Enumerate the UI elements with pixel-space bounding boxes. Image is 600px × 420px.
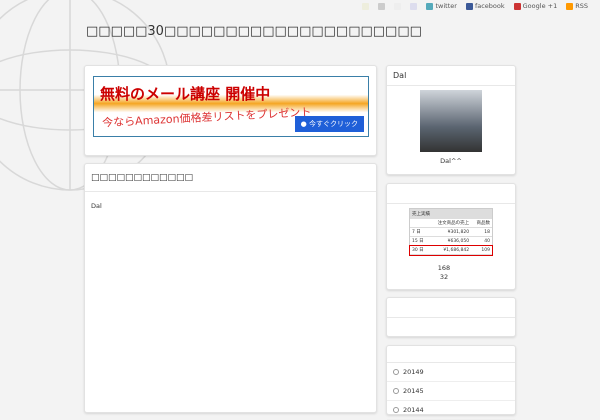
post-heading: □□□□□□□□□□□□	[85, 164, 376, 192]
post-body: Dal	[91, 202, 102, 210]
sales-header	[387, 184, 515, 204]
google-plus-link[interactable]: Google +1	[513, 2, 557, 10]
bookmark-icon[interactable]	[362, 2, 370, 10]
table-row: 7 日 ¥301,820 18	[410, 227, 492, 237]
table-row: 30 日 ¥1,686,842 109	[409, 244, 493, 256]
profile-heading: Dal	[387, 66, 515, 86]
archive-item[interactable]: 20145	[387, 382, 515, 401]
user-icon[interactable]	[378, 2, 386, 10]
archives-header	[387, 346, 515, 363]
mail-icon[interactable]	[394, 2, 402, 10]
empty-widget	[386, 297, 516, 337]
archive-item[interactable]: 20149	[387, 363, 515, 382]
print-icon[interactable]	[410, 2, 418, 10]
profile-avatar	[420, 90, 482, 152]
bullet-icon	[393, 369, 399, 375]
facebook-icon	[465, 2, 473, 10]
twitter-link[interactable]: twitter	[426, 2, 457, 10]
rss-icon	[566, 2, 574, 10]
sales-widget-title: 売上実績	[410, 209, 492, 219]
sales-number-1: 168	[437, 264, 451, 272]
sales-widget: 売上実績 注文商品の売上 商品数 7 日 ¥301,820 18 15 日 ¥636,0…	[386, 183, 516, 290]
twitter-icon	[426, 2, 434, 10]
profile-widget: Dal Dal^^	[386, 65, 516, 175]
sales-screenshot: 売上実績 注文商品の売上 商品数 7 日 ¥301,820 18 15 日 ¥636,0…	[409, 208, 493, 256]
bullet-icon	[393, 407, 399, 413]
banner-click-button[interactable]: ● 今すぐクリック	[294, 116, 364, 132]
banner-line1: 無料のメール講座 開催中	[100, 85, 271, 103]
rss-link[interactable]: RSS	[566, 2, 588, 10]
mail-course-banner[interactable]: 無料のメール講座 開催中 今ならAmazon価格差リストをプレゼント ● 今すぐ…	[93, 76, 369, 137]
google-plus-icon	[513, 2, 521, 10]
banner-panel: 無料のメール講座 開催中 今ならAmazon価格差リストをプレゼント ● 今すぐ…	[84, 65, 377, 156]
post-panel: □□□□□□□□□□□□ Dal	[84, 163, 377, 413]
bullet-icon	[393, 388, 399, 394]
archives-widget: 20149 20145 20144	[386, 345, 516, 420]
table-row: 15 日 ¥636,050 40	[410, 236, 492, 246]
facebook-link[interactable]: facebook	[465, 2, 505, 10]
archive-item[interactable]: 20144	[387, 401, 515, 420]
sales-table: 注文商品の売上 商品数 7 日 ¥301,820 18 15 日 ¥636,050 40 …	[409, 219, 493, 256]
social-bar: twitter facebook Google +1 RSS	[362, 2, 588, 10]
empty-widget-header	[387, 298, 515, 318]
banner-line2: 今ならAmazon価格差リストをプレゼント	[101, 105, 312, 130]
profile-caption: Dal^^	[440, 157, 462, 165]
sales-number-2: 32	[439, 273, 449, 281]
site-title[interactable]: □□□□□30□□□□□□□□□□□□□□□□□□□□□	[86, 24, 422, 39]
